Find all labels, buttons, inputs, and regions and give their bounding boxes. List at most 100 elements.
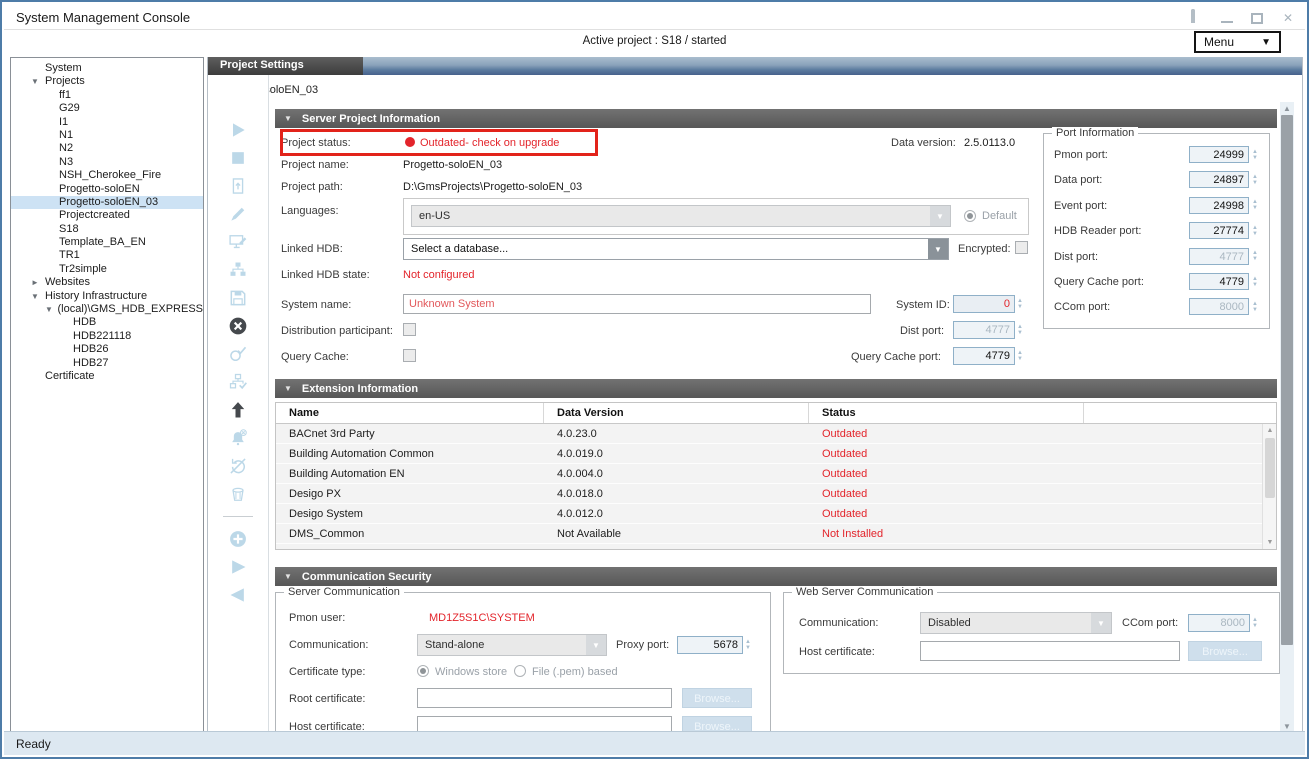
minimize-button[interactable] <box>1221 13 1233 23</box>
tree-item-progetto-soloen[interactable]: Progetto-soloEN <box>11 183 203 196</box>
tree-item-hdb221118[interactable]: HDB221118 <box>11 330 203 343</box>
tree-item-tr2simple[interactable]: Tr2simple <box>11 263 203 276</box>
spinner-icon[interactable]: ▲▼ <box>1252 146 1261 163</box>
tree-item-progetto-soloen-03[interactable]: Progetto-soloEN_03 <box>11 196 203 209</box>
query-cache-port-field[interactable]: 4779 <box>953 347 1015 365</box>
scroll-down-icon[interactable]: ▼ <box>1263 539 1277 546</box>
column-header-data-version[interactable]: Data Version <box>544 403 809 423</box>
system-name-input[interactable] <box>403 294 871 314</box>
web-host-certificate-input[interactable] <box>920 641 1180 661</box>
table-scrollbar[interactable]: ▲ ▼ <box>1262 424 1276 549</box>
root-certificate-input[interactable] <box>417 688 672 708</box>
spinner-icon[interactable]: ▲▼ <box>1252 273 1261 290</box>
tree-item--local-gms-hdb-express[interactable]: ▼ (local)\GMS_HDB_EXPRESS <box>11 303 203 316</box>
tree-item-projects[interactable]: ▼ Projects <box>11 75 203 88</box>
table-row[interactable]: Desigo System 4.0.012.0 Outdated <box>276 504 1262 524</box>
tree-item-template-ba-en[interactable]: Template_BA_EN <box>11 236 203 249</box>
web-host-certificate-browse-button[interactable]: Browse... <box>1188 641 1262 661</box>
table-row[interactable]: Building Automation EN 4.0.004.0 Outdate… <box>276 464 1262 484</box>
root-certificate-browse-button[interactable]: Browse... <box>682 688 752 708</box>
tree-item-projectcreated[interactable]: Projectcreated <box>11 209 203 222</box>
scroll-down-icon[interactable]: ▼ <box>1280 722 1294 731</box>
table-row[interactable]: Desigo PX 4.0.018.0 Outdated <box>276 484 1262 504</box>
spinner-icon[interactable]: ▲▼ <box>1252 614 1261 632</box>
spinner-icon[interactable]: ▲▼ <box>1252 171 1261 188</box>
tree-item-tr1[interactable]: TR1 <box>11 249 203 262</box>
table-row[interactable]: Building Automation Common 4.0.019.0 Out… <box>276 444 1262 464</box>
spinner-icon[interactable]: ▲▼ <box>1017 347 1026 365</box>
close-button[interactable]: ✕ <box>1281 12 1295 24</box>
tree-item-g29[interactable]: G29 <box>11 102 203 115</box>
windows-store-radio[interactable] <box>417 665 429 677</box>
tree-expander-icon[interactable]: ▼ <box>45 303 58 316</box>
tree-item-ff1[interactable]: ff1 <box>11 89 203 102</box>
table-row[interactable]: BACnet 3rd Party 4.0.23.0 Outdated <box>276 424 1262 444</box>
start-project-icon[interactable] <box>228 120 248 140</box>
port-field[interactable]: 27774 <box>1189 222 1249 239</box>
port-field[interactable]: 4777 <box>1189 248 1249 265</box>
tree-expander-icon[interactable]: ► <box>31 276 45 289</box>
alarms-off-icon[interactable] <box>228 428 248 448</box>
save-icon[interactable] <box>228 288 248 308</box>
languages-dropdown[interactable]: en-US ▼ <box>411 205 951 227</box>
tree-item-system[interactable]: System <box>11 62 203 75</box>
scroll-up-icon[interactable]: ▲ <box>1280 104 1294 113</box>
validate-icon[interactable] <box>228 344 248 364</box>
main-scrollbar[interactable]: ▲ ▼ <box>1280 102 1294 733</box>
section-extension-information[interactable]: ▼ Extension Information <box>275 379 1277 398</box>
port-field[interactable]: 8000 <box>1189 298 1249 315</box>
add-icon[interactable] <box>228 529 248 549</box>
column-header-status[interactable]: Status <box>809 403 1084 423</box>
maximize-button[interactable] <box>1251 13 1263 24</box>
tree-item-n3[interactable]: N3 <box>11 156 203 169</box>
proxy-port-field[interactable]: 5678 <box>677 636 743 654</box>
spinner-icon[interactable]: ▲▼ <box>1252 298 1261 315</box>
section-communication-security[interactable]: ▼ Communication Security <box>275 567 1277 586</box>
tree-item-hdb26[interactable]: HDB26 <box>11 343 203 356</box>
save-project-as-icon[interactable] <box>228 176 248 196</box>
previous-icon[interactable] <box>228 585 248 605</box>
tree-item-hdb27[interactable]: HDB27 <box>11 357 203 370</box>
ccom-port-field[interactable]: 8000 <box>1188 614 1250 632</box>
encrypted-checkbox[interactable] <box>1015 241 1028 254</box>
edit-display-icon[interactable] <box>228 232 248 252</box>
tab-project-settings[interactable]: Project Settings <box>208 57 363 75</box>
tree-expander-icon[interactable]: ▼ <box>31 75 45 88</box>
scrollbar-thumb[interactable] <box>1281 115 1293 645</box>
tree-item-hdb[interactable]: HDB <box>11 316 203 329</box>
dist-port-field[interactable]: 4777 <box>953 321 1015 339</box>
history-off-icon[interactable] <box>228 456 248 476</box>
default-radio[interactable] <box>964 210 976 222</box>
column-header-name[interactable]: Name <box>276 403 544 423</box>
stop-project-icon[interactable] <box>228 148 248 168</box>
tree-item-certificate[interactable]: Certificate <box>11 370 203 383</box>
tree-item-i1[interactable]: I1 <box>11 116 203 129</box>
pem-file-radio[interactable] <box>514 665 526 677</box>
web-communication-dropdown[interactable]: Disabled ▼ <box>920 612 1112 634</box>
tree-item-s18[interactable]: S18 <box>11 223 203 236</box>
upgrade-project-icon[interactable] <box>228 400 248 420</box>
section-server-project-information[interactable]: ▼ Server Project Information <box>275 109 1277 128</box>
system-check-icon[interactable] <box>228 372 248 392</box>
system-id-field[interactable]: 0 <box>953 295 1015 313</box>
port-field[interactable]: 24998 <box>1189 197 1249 214</box>
linked-hdb-dropdown[interactable]: Select a database... ▼ <box>403 238 949 260</box>
table-row[interactable]: DMS_Common Not Available Not Installed <box>276 524 1262 544</box>
tree-item-n2[interactable]: N2 <box>11 142 203 155</box>
tree-item-websites[interactable]: ► Websites <box>11 276 203 289</box>
tree-item-nsh-cherokee-fire[interactable]: NSH_Cherokee_Fire <box>11 169 203 182</box>
cleanup-icon[interactable] <box>228 484 248 504</box>
port-field[interactable]: 4779 <box>1189 273 1249 290</box>
query-cache-checkbox[interactable] <box>403 349 416 362</box>
spinner-icon[interactable]: ▲▼ <box>745 636 754 654</box>
spinner-icon[interactable]: ▲▼ <box>1252 197 1261 214</box>
tree-item-history-infrastructure[interactable]: ▼ History Infrastructure <box>11 290 203 303</box>
next-icon[interactable] <box>228 557 248 577</box>
menu-button[interactable]: Menu ▼ <box>1194 31 1281 53</box>
spinner-icon[interactable]: ▲▼ <box>1017 295 1026 313</box>
spinner-icon[interactable]: ▲▼ <box>1017 321 1026 339</box>
communication-dropdown[interactable]: Stand-alone ▼ <box>417 634 607 656</box>
cancel-icon[interactable] <box>228 316 248 336</box>
edit-project-icon[interactable] <box>228 204 248 224</box>
tree-item-n1[interactable]: N1 <box>11 129 203 142</box>
